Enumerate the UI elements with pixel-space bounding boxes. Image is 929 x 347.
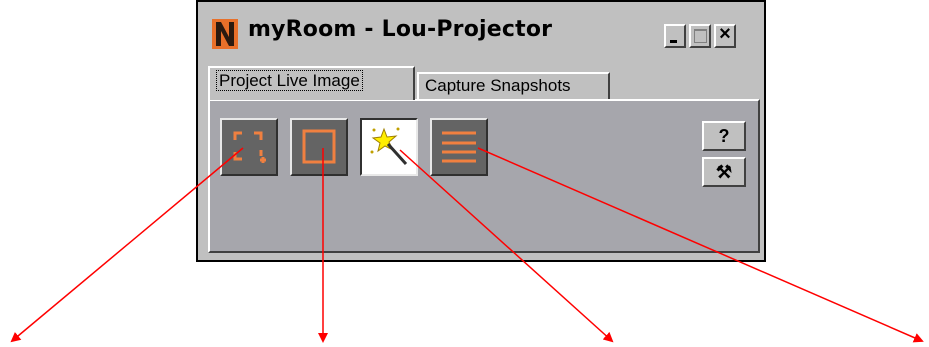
arrow-lines-menu: [477, 147, 924, 343]
arrow-magic-wand: [399, 149, 614, 343]
tab-label: Project Live Image: [216, 70, 363, 91]
annotation-arrows: [10, 147, 924, 343]
arrow-select-region: [10, 147, 244, 343]
tab-project-live-image[interactable]: Project Live Image: [208, 66, 415, 100]
